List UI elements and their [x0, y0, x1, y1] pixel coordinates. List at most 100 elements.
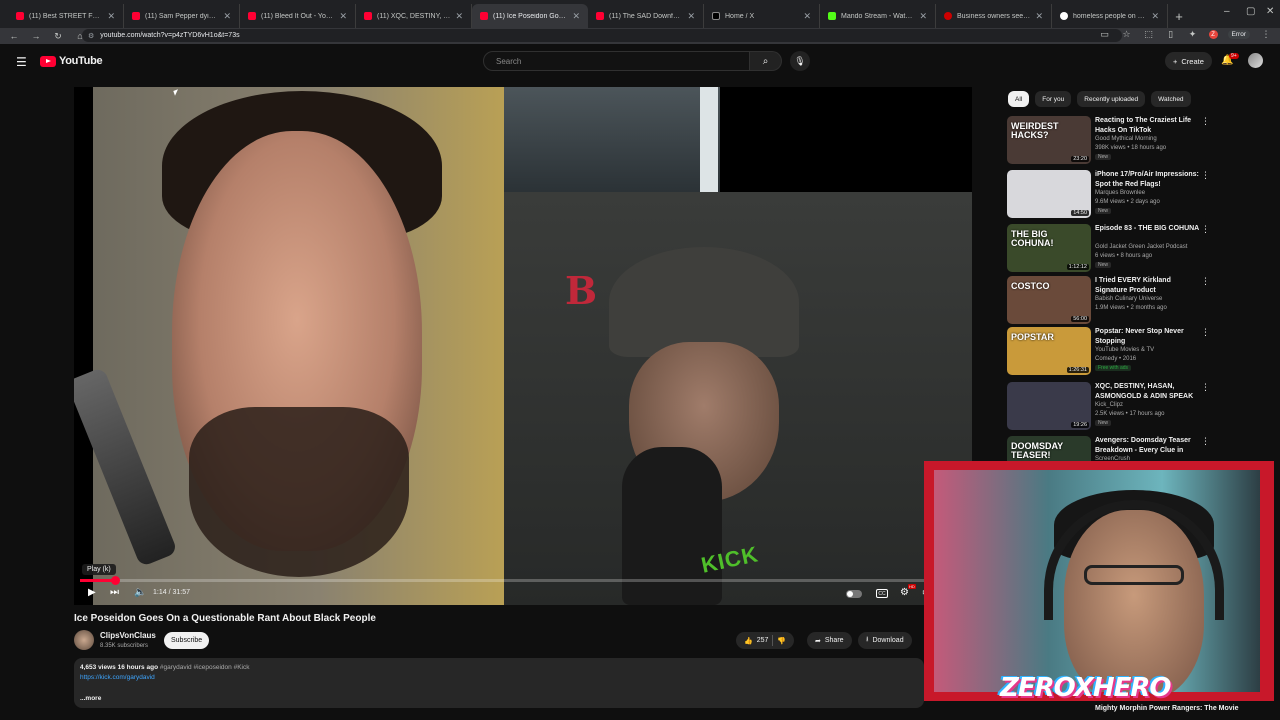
captions-button[interactable]: CC — [876, 589, 888, 598]
recommendation-channel[interactable]: YouTube Movies & TV — [1095, 347, 1154, 353]
extensions-icon[interactable]: ⬚ — [1143, 29, 1155, 40]
site-info-icon[interactable]: ⚙ — [88, 32, 94, 40]
more-options-icon[interactable]: ⋮ — [1201, 224, 1210, 235]
more-options-icon[interactable]: ⋮ — [1201, 116, 1210, 127]
filter-chip[interactable]: Watched — [1151, 91, 1191, 107]
recommendation-thumbnail[interactable]: COSTCO 56:00 — [1007, 276, 1091, 324]
browser-tab[interactable]: (11) Sam Pepper dying on the... ✕ — [124, 4, 240, 28]
subscribe-button[interactable]: Subscribe — [164, 632, 210, 649]
error-pill[interactable]: Error — [1227, 30, 1250, 39]
tab-close-icon[interactable]: ✕ — [919, 11, 927, 22]
hashtags[interactable]: #garydavid #iceposeidon #Kick — [160, 664, 250, 671]
recommendation-title[interactable]: Episode 83 - THE BIG COHUNA — [1095, 224, 1200, 234]
account-avatar[interactable] — [1248, 53, 1263, 68]
tab-close-icon[interactable]: ✕ — [1151, 11, 1159, 22]
menu-kebab-icon[interactable]: ⋮ — [1260, 29, 1272, 40]
like-button[interactable]: 👍 257 — [744, 637, 768, 645]
more-options-icon[interactable]: ⋮ — [1201, 276, 1210, 287]
cast-icon[interactable]: ▭ — [1099, 29, 1111, 40]
filter-chip[interactable]: Recently uploaded — [1077, 91, 1146, 107]
tab-close-icon[interactable]: ✕ — [107, 11, 115, 22]
recommendation-title[interactable]: iPhone 17/Pro/Air Impressions: Spot the … — [1095, 170, 1200, 189]
recommendation-title[interactable]: XQC, DESTINY, HASAN, ASMONGOLD & ADIN SP… — [1095, 382, 1200, 402]
tab-close-icon[interactable]: ✕ — [687, 11, 695, 22]
dislike-button[interactable]: 👎 — [777, 637, 786, 645]
tab-label: (11) Best STREET FOOD in Me... — [29, 12, 102, 20]
recommendation-thumbnail[interactable]: 14:50 — [1007, 170, 1091, 218]
voice-search-button[interactable]: 🎙 — [790, 51, 810, 71]
progress-bar[interactable] — [80, 576, 966, 585]
channel-avatar[interactable] — [74, 630, 94, 650]
browser-tab[interactable]: (11) XQC, DESTINY, HASAN, A... ✕ — [356, 4, 472, 28]
tab-close-icon[interactable]: ✕ — [572, 11, 580, 22]
more-options-icon[interactable]: ⋮ — [1201, 170, 1210, 181]
description-link[interactable]: https://kick.com/garydavid — [80, 674, 155, 681]
tab-close-icon[interactable]: ✕ — [339, 11, 347, 22]
forward-icon[interactable]: → — [30, 31, 42, 41]
minimize-icon[interactable]: – — [1224, 6, 1230, 17]
recommendation-thumbnail[interactable]: THE BIG COHUNA! 1:12:12 — [1007, 224, 1091, 272]
browser-tab[interactable]: (11) Ice Poseidon Goes On a Q... ✕ — [472, 4, 588, 28]
more-options-icon[interactable]: ⋮ — [1201, 436, 1210, 447]
extension-icon[interactable]: ✦ — [1187, 29, 1199, 40]
new-tab-button[interactable]: + — [1168, 4, 1190, 28]
recommendation-channel[interactable]: Good Mythical Morning — [1095, 136, 1157, 142]
download-button[interactable]: ⭳ Download — [858, 632, 912, 649]
recommendation-title[interactable]: Reacting to The Craziest Life Hacks On T… — [1095, 116, 1200, 135]
share-button[interactable]: ➦ Share — [807, 632, 852, 649]
recommendation-title[interactable]: Popstar: Never Stop Never Stopping — [1095, 327, 1200, 346]
volume-icon[interactable]: 🔈 — [134, 587, 146, 598]
recommendation-item[interactable]: COSTCO 56:00 I Tried EVERY Kirkland Signat… — [1007, 276, 1217, 326]
tab-close-icon[interactable]: ✕ — [1035, 11, 1043, 22]
bookmark-star-icon[interactable]: ☆ — [1121, 29, 1133, 40]
youtube-logo[interactable]: YouTube — [40, 55, 103, 67]
browser-tab[interactable]: Home / X ✕ — [704, 4, 820, 28]
recommendation-thumbnail[interactable]: WEIRDEST HACKS? 23:20 — [1007, 116, 1091, 164]
browser-tab[interactable]: (11) Bleed It Out - YouTube ✕ — [240, 4, 356, 28]
next-icon[interactable]: ⏭ — [110, 587, 119, 598]
tab-close-icon[interactable]: ✕ — [455, 11, 463, 22]
more-options-icon[interactable]: ⋮ — [1201, 382, 1210, 393]
browser-tab[interactable]: homeless people on streets li... ✕ — [1052, 4, 1168, 28]
filter-chip[interactable]: For you — [1035, 91, 1072, 107]
channel-name[interactable]: ClipsVonClaus — [100, 631, 156, 640]
recommendation-item[interactable]: WEIRDEST HACKS? 23:20 Reacting to The Craz… — [1007, 116, 1217, 166]
recommendation-channel[interactable]: Babish Culinary Universe — [1095, 296, 1162, 302]
search-button[interactable]: ⌕ — [750, 51, 782, 71]
show-more-button[interactable]: ...more — [80, 695, 101, 702]
profile-avatar[interactable]: Z — [1208, 30, 1218, 39]
tab-close-icon[interactable]: ✕ — [803, 11, 811, 22]
recommendation-channel[interactable]: Gold Jacket Green Jacket Podcast — [1095, 244, 1187, 250]
guide-menu-icon[interactable]: ☰ — [16, 55, 27, 69]
recommendation-channel[interactable]: Kick_Clipz — [1095, 402, 1123, 408]
filter-chip[interactable]: All — [1008, 91, 1030, 107]
recommendation-item[interactable]: POPSTAR 1:26:31 Popstar: Never Stop Never … — [1007, 327, 1217, 377]
address-bar[interactable]: ⚙ youtube.com/watch?v=p4zTYD6vH1o&t=73s — [82, 29, 1122, 42]
browser-tab[interactable]: Mando Stream - Watch Live o... ✕ — [820, 4, 936, 28]
sidepanel-icon[interactable]: ▯ — [1165, 29, 1177, 40]
recommendation-item[interactable]: 14:50 iPhone 17/Pro/Air Impressions: Spot… — [1007, 170, 1217, 220]
browser-tab[interactable]: Business owners seek from re... ✕ — [936, 4, 1052, 28]
recommendation-item[interactable]: THE BIG COHUNA! 1:12:12 Episode 83 - THE B… — [1007, 224, 1217, 274]
reload-icon[interactable]: ↻ — [52, 31, 64, 42]
recommendation-channel[interactable]: Marques Brownlee — [1095, 190, 1145, 196]
search-input[interactable]: Search — [483, 51, 750, 71]
close-window-icon[interactable]: ✕ — [1266, 6, 1274, 17]
maximize-icon[interactable]: ▢ — [1246, 6, 1255, 17]
recommendation-title[interactable]: I Tried EVERY Kirkland Signature Product — [1095, 276, 1200, 295]
back-icon[interactable]: ← — [8, 31, 20, 41]
play-icon[interactable]: ▶ — [88, 587, 96, 598]
recommendation-thumbnail[interactable]: 19:26 — [1007, 382, 1091, 430]
scrubber-handle[interactable] — [110, 576, 120, 585]
video-player[interactable]: B KICK Play (k) ▶ ⏭ 🔈 1:14 / 31:57 CC ⚙ … — [74, 87, 972, 605]
autoplay-toggle[interactable] — [846, 590, 862, 598]
browser-tab[interactable]: (11) The SAD Downfall of Justi... ✕ — [588, 4, 704, 28]
more-options-icon[interactable]: ⋮ — [1201, 327, 1210, 338]
recommendation-thumbnail[interactable]: POPSTAR 1:26:31 — [1007, 327, 1091, 375]
recommendation-title[interactable]: Avengers: Doomsday Teaser Breakdown - Ev… — [1095, 436, 1200, 456]
browser-tab[interactable]: (11) Best STREET FOOD in Me... ✕ — [8, 4, 124, 28]
tab-close-icon[interactable]: ✕ — [223, 11, 231, 22]
create-button[interactable]: + Create — [1165, 52, 1212, 70]
partially-hidden-recommendation-title[interactable]: Mighty Morphin Power Rangers: The Movie — [1095, 705, 1239, 712]
recommendation-item[interactable]: 19:26 XQC, DESTINY, HASAN, ASMONGOLD & AD… — [1007, 382, 1217, 432]
